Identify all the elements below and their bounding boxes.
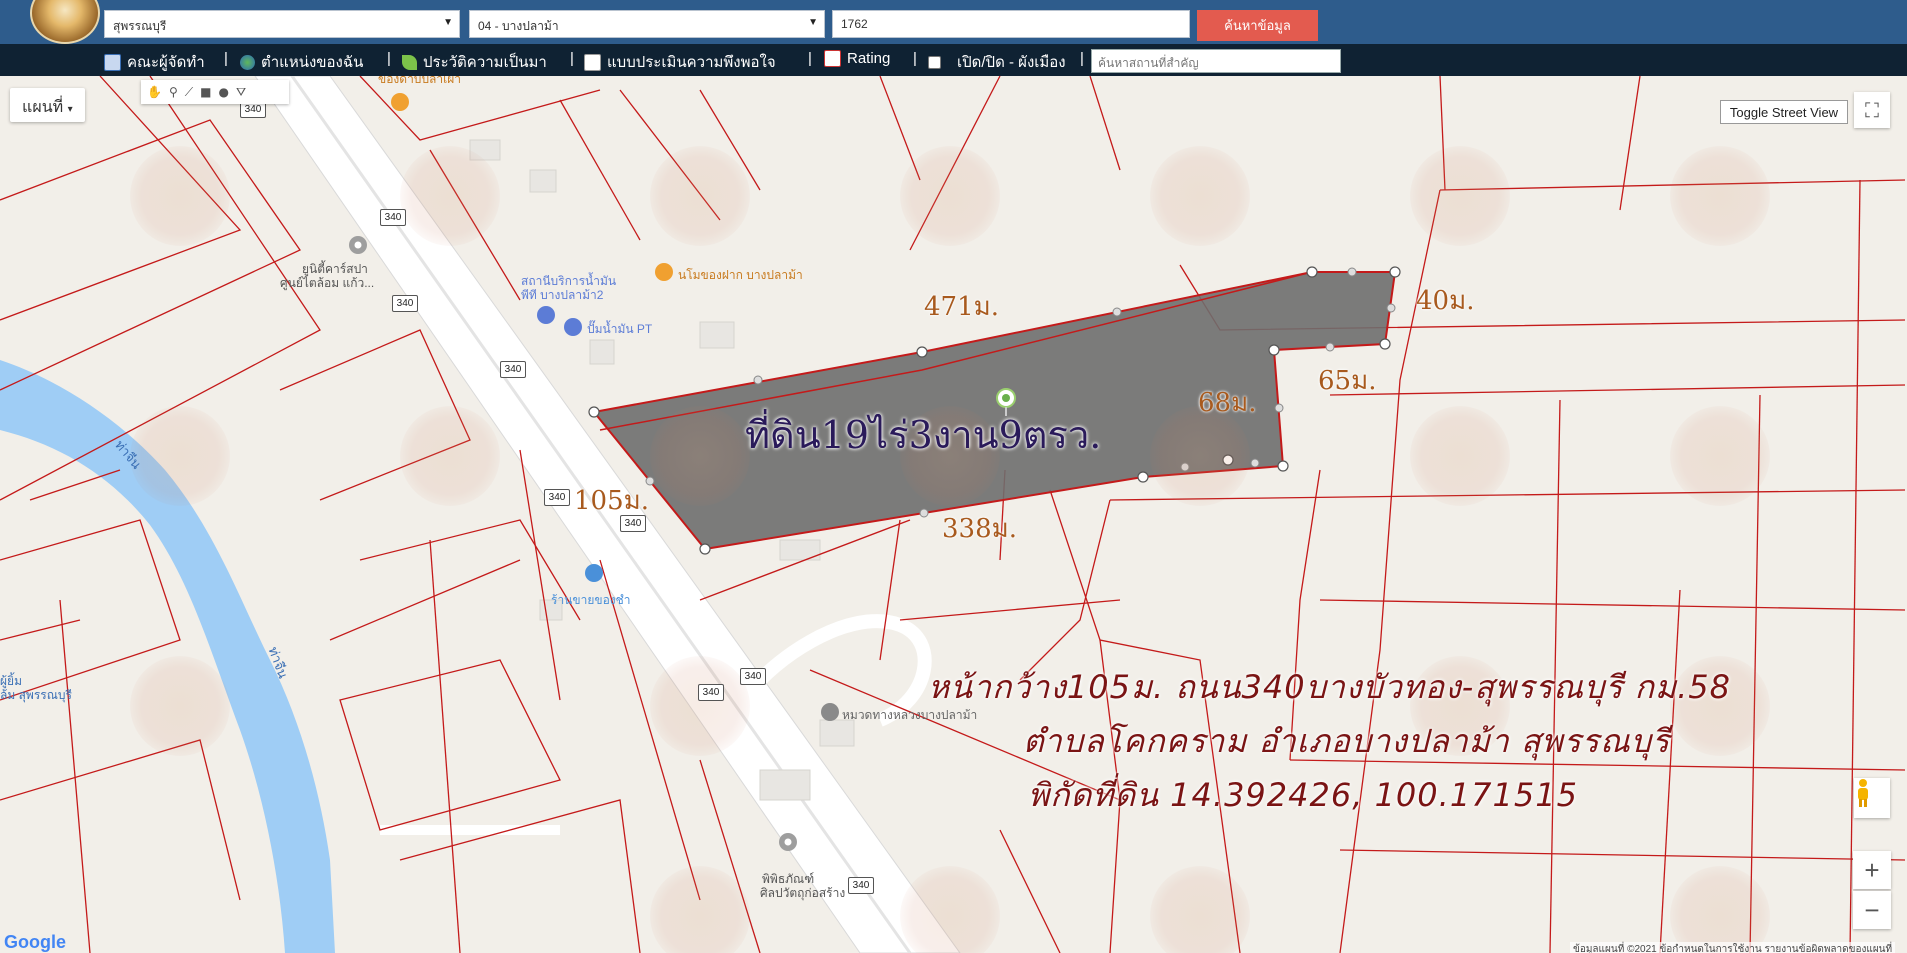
seal-watermark bbox=[400, 146, 500, 246]
parcel-number-input[interactable]: 1762 bbox=[832, 10, 1190, 38]
search-button[interactable]: ค้นหาข้อมูล bbox=[1197, 10, 1318, 41]
nav-item-label: ตำแหน่งของฉัน bbox=[261, 54, 364, 71]
poi-label[interactable]: ศูนย์ไตล้อม แก้ว... bbox=[280, 274, 374, 293]
road-shield: 340 bbox=[698, 684, 724, 701]
chevron-down-icon: ▼ bbox=[808, 17, 818, 28]
province-select[interactable]: สุพรรณบุรี ▼ bbox=[104, 10, 460, 38]
nav-item-history[interactable]: ประวัติความเป็นมา bbox=[402, 50, 547, 74]
district-select-value: 04 - บางปลาม้า bbox=[478, 19, 559, 33]
map-canvas[interactable]: 340 340 340 340 340 340 340 340 340 ท่าจ… bbox=[0, 76, 1907, 953]
seal-watermark bbox=[130, 406, 230, 506]
dimension-label-east-inner: 68ม. bbox=[1198, 388, 1257, 418]
road-shield: 340 bbox=[392, 295, 418, 312]
nav-item-label: ประวัติความเป็นมา bbox=[423, 54, 547, 71]
seal-watermark bbox=[650, 656, 750, 756]
map-attribution[interactable]: ข้อมูลแผนที่ ©2021 ข้อกำหนดในการใช้งาน ร… bbox=[1570, 942, 1896, 953]
map-type-label: แผนที่ bbox=[22, 99, 64, 116]
place-search-placeholder: ค้นหาสถานที่สำคัญ bbox=[1098, 56, 1199, 70]
poi-label[interactable]: ล้ม สุพรรณบุรี bbox=[0, 686, 72, 705]
zoom-in-button[interactable]: + bbox=[1853, 851, 1891, 889]
seal-watermark bbox=[1150, 146, 1250, 246]
seal-watermark bbox=[1410, 146, 1510, 246]
nav-item-city-plan-toggle[interactable]: เปิด/ปิด - ผังเมือง bbox=[928, 50, 1066, 74]
pegman-figure bbox=[1858, 779, 1868, 807]
dimension-label-northeast: 40ม. bbox=[1416, 286, 1475, 316]
chevron-down-icon: ▼ bbox=[443, 17, 453, 28]
dimension-label-north: 471ม. bbox=[924, 292, 1000, 322]
zoom-out-button[interactable]: − bbox=[1853, 891, 1891, 929]
department-seal-logo bbox=[30, 0, 100, 44]
seal-watermark bbox=[130, 656, 230, 756]
poi-label[interactable]: ศิลปวัตถุก่อสร้าง bbox=[760, 884, 845, 903]
description-line-2: ตำบลโคกคราม อำเภอบางปลาม้า สุพรรณบุรี bbox=[1023, 722, 1671, 760]
description-line-1: หน้ากว้าง105ม. ถนน340บางบัวทอง-สุพรรณบุร… bbox=[928, 668, 1731, 706]
district-select[interactable]: 04 - บางปลาม้า ▼ bbox=[469, 10, 825, 38]
chart-icon bbox=[824, 50, 841, 67]
hand-icon[interactable]: ✋ bbox=[147, 85, 162, 99]
circle-icon[interactable]: ● bbox=[219, 85, 229, 99]
description-line-3: พิกัดที่ดิน 14.392426, 100.171515 bbox=[1028, 776, 1578, 814]
toggle-street-view-button[interactable]: Toggle Street View bbox=[1720, 100, 1848, 124]
nav-item-team[interactable]: คณะผู้จัดทำ bbox=[104, 50, 205, 74]
road-shield: 340 bbox=[500, 361, 526, 378]
road-shield: 340 bbox=[848, 877, 874, 894]
nav-item-rating[interactable]: Rating bbox=[824, 50, 890, 67]
map-type-button[interactable]: แผนที่ ▾ bbox=[10, 88, 85, 122]
seal-watermark bbox=[1670, 406, 1770, 506]
polygon-icon[interactable]: ⛛ bbox=[236, 85, 246, 100]
checkbox-icon[interactable] bbox=[928, 55, 941, 69]
seal-watermark bbox=[1670, 146, 1770, 246]
nav-separator: | bbox=[224, 50, 228, 67]
place-search-input[interactable]: ค้นหาสถานที่สำคัญ bbox=[1091, 49, 1341, 73]
sprout-icon bbox=[402, 54, 417, 70]
nav-separator: | bbox=[808, 50, 812, 67]
seal-watermark bbox=[900, 146, 1000, 246]
nav-item-my-location[interactable]: ตำแหน่งของฉัน bbox=[240, 50, 363, 74]
nav-separator: | bbox=[913, 50, 917, 67]
nav-item-label: แบบประเมินความพึงพอใจ bbox=[607, 54, 776, 71]
google-logo: Google bbox=[4, 932, 66, 953]
province-select-value: สุพรรณบุรี bbox=[113, 19, 167, 33]
seal-watermark bbox=[650, 146, 750, 246]
drawing-toolbar: ✋ ⚲ ⟋ ■ ● ⛛ bbox=[141, 80, 289, 104]
globe-icon bbox=[240, 54, 255, 70]
header-bar: สุพรรณบุรี ▼ 04 - บางปลาม้า ▼ 1762 ค้นหา… bbox=[0, 0, 1907, 44]
poi-label[interactable]: ของดาบปลาเผา bbox=[378, 76, 461, 89]
marker-icon[interactable]: ⚲ bbox=[169, 85, 178, 99]
nav-bar: คณะผู้จัดทำ | ตำแหน่งของฉัน | ประวัติควา… bbox=[0, 44, 1907, 76]
google-logo-text: Google bbox=[4, 932, 66, 952]
fullscreen-icon[interactable]: ⛶ bbox=[1854, 92, 1890, 128]
parcel-area-label: ที่ดิน19ไร่3งาน9ตรว. bbox=[745, 413, 1102, 457]
form-icon bbox=[584, 53, 601, 71]
seal-watermark bbox=[650, 406, 750, 506]
nav-separator: | bbox=[387, 50, 391, 67]
team-icon bbox=[104, 53, 121, 71]
road-shield: 340 bbox=[380, 209, 406, 226]
nav-item-label: เปิด/ปิด - ผังเมือง bbox=[957, 54, 1066, 71]
seal-watermark bbox=[130, 146, 230, 246]
nav-separator: | bbox=[1080, 50, 1084, 67]
parcel-number-value: 1762 bbox=[841, 17, 868, 31]
rectangle-icon[interactable]: ■ bbox=[200, 85, 211, 99]
road-shield: 340 bbox=[740, 668, 766, 685]
dimension-label-front: 105ม. bbox=[574, 486, 650, 516]
nav-item-survey[interactable]: แบบประเมินความพึงพอใจ bbox=[584, 50, 776, 74]
road-shield: 340 bbox=[544, 489, 570, 506]
poi-label[interactable]: นโมของฝาก บางปลาม้า bbox=[678, 266, 803, 285]
seal-watermark bbox=[1410, 406, 1510, 506]
caret-down-icon: ▾ bbox=[67, 104, 73, 115]
seal-watermark bbox=[400, 406, 500, 506]
poi-label[interactable]: พีที บางปลาม้า2 bbox=[521, 286, 603, 305]
nav-item-label: Rating bbox=[847, 50, 891, 67]
polyline-icon[interactable]: ⟋ bbox=[185, 85, 193, 100]
poi-label[interactable]: ร้านขายของชำ bbox=[551, 591, 631, 610]
poi-label[interactable]: ปั๊มน้ำมัน PT bbox=[587, 320, 652, 339]
pegman-icon[interactable] bbox=[1854, 778, 1890, 818]
nav-separator: | bbox=[570, 50, 574, 67]
dimension-label-east-step: 65ม. bbox=[1318, 366, 1377, 396]
dimension-label-south: 338ม. bbox=[942, 514, 1018, 544]
nav-item-label: คณะผู้จัดทำ bbox=[127, 54, 205, 71]
